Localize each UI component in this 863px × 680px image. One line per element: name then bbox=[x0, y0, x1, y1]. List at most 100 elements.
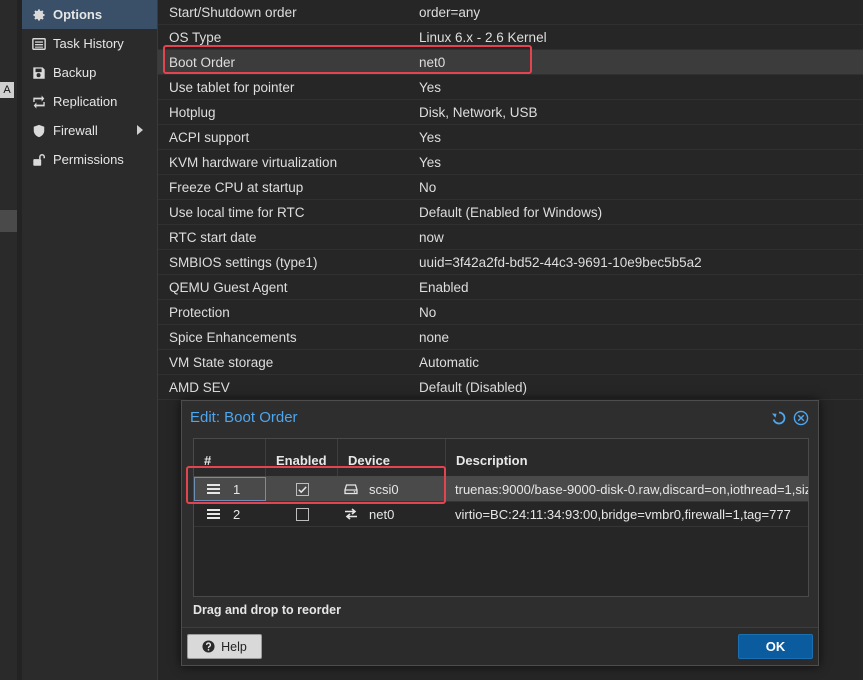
option-value: Default (Enabled for Windows) bbox=[419, 204, 603, 220]
row-number: 1 bbox=[233, 481, 241, 497]
option-key: QEMU Guest Agent bbox=[169, 279, 288, 295]
description-cell: truenas:9000/base-9000-disk-0.raw,discar… bbox=[455, 481, 808, 497]
option-value: Enabled bbox=[419, 279, 469, 295]
description-cell: virtio=BC:24:11:34:93:00,bridge=vmbr0,fi… bbox=[455, 506, 791, 522]
table-row[interactable]: 1 scsi0 truenas:9000/base-9000-disk-0.ra… bbox=[194, 477, 808, 502]
option-row-hotplug[interactable]: Hotplug Disk, Network, USB bbox=[158, 100, 863, 125]
device-cell: scsi0 bbox=[338, 477, 446, 501]
option-value: none bbox=[419, 329, 450, 345]
device-name: net0 bbox=[369, 506, 395, 522]
option-row-vm-state-storage[interactable]: VM State storage Automatic bbox=[158, 350, 863, 375]
left-panel-edge: A bbox=[0, 0, 17, 680]
option-row-start-shutdown-order[interactable]: Start/Shutdown order order=any bbox=[158, 0, 863, 25]
row-number-cell[interactable]: 1 bbox=[194, 477, 266, 501]
option-key: Use local time for RTC bbox=[169, 204, 305, 220]
column-header-device[interactable]: Device bbox=[338, 439, 446, 476]
option-row-local-time-rtc[interactable]: Use local time for RTC Default (Enabled f… bbox=[158, 200, 863, 225]
option-row-acpi[interactable]: ACPI support Yes bbox=[158, 125, 863, 150]
option-value: uuid=3f42a2fd-bd52-44c3-9691-10e9bec5b5a… bbox=[419, 254, 702, 270]
option-key: Start/Shutdown order bbox=[169, 4, 297, 20]
option-value: Yes bbox=[419, 79, 442, 95]
question-circle-icon bbox=[202, 640, 215, 653]
reset-icon[interactable] bbox=[771, 410, 787, 426]
option-row-boot-order[interactable]: Boot Order net0 bbox=[158, 50, 863, 75]
drag-hint-text: Drag and drop to reorder bbox=[193, 603, 341, 617]
device-name: scsi0 bbox=[369, 481, 399, 497]
help-button-label: Help bbox=[221, 639, 247, 654]
sidebar-item-backup[interactable]: Backup bbox=[22, 58, 157, 87]
option-value: Default (Disabled) bbox=[419, 379, 528, 395]
unlock-icon bbox=[31, 152, 47, 168]
edit-boot-order-dialog: Edit: Boot Order # Enabled Device Descri… bbox=[181, 400, 819, 666]
option-value: order=any bbox=[419, 4, 481, 20]
sidebar-item-options[interactable]: Options bbox=[22, 0, 157, 29]
dialog-title: Edit: Boot Order bbox=[190, 409, 298, 426]
enabled-cell bbox=[266, 477, 338, 501]
option-row-os-type[interactable]: OS Type Linux 6.x - 2.6 Kernel bbox=[158, 25, 863, 50]
option-row-protection[interactable]: Protection No bbox=[158, 300, 863, 325]
grid-header: # Enabled Device Description bbox=[194, 439, 808, 477]
sidebar-item-label: Task History bbox=[53, 36, 124, 51]
sidebar-item-label: Backup bbox=[53, 65, 97, 80]
retweet-icon bbox=[31, 94, 47, 110]
sidebar-item-task-history[interactable]: Task History bbox=[22, 29, 157, 58]
floppy-icon bbox=[31, 65, 47, 81]
sidebar-item-label: Permissions bbox=[53, 152, 124, 167]
option-row-spice[interactable]: Spice Enhancements none bbox=[158, 325, 863, 350]
sidebar-item-replication[interactable]: Replication bbox=[22, 87, 157, 116]
vm-sidebar: Options Task History Backup Replication … bbox=[22, 0, 157, 680]
option-key: Freeze CPU at startup bbox=[169, 179, 304, 195]
option-row-amd-sev[interactable]: AMD SEV Default (Disabled) bbox=[158, 375, 863, 400]
option-row-use-tablet[interactable]: Use tablet for pointer Yes bbox=[158, 75, 863, 100]
option-value: now bbox=[419, 229, 444, 245]
column-header-description[interactable]: Description bbox=[446, 439, 808, 476]
edge-badge: A bbox=[0, 82, 14, 98]
option-value: Automatic bbox=[419, 354, 480, 370]
drag-handle-icon[interactable] bbox=[207, 482, 220, 496]
shield-icon bbox=[31, 123, 47, 139]
list-icon bbox=[31, 36, 47, 52]
option-key: Use tablet for pointer bbox=[169, 79, 295, 95]
drag-handle-icon[interactable] bbox=[207, 507, 220, 521]
row-number: 2 bbox=[233, 506, 241, 522]
option-value: Yes bbox=[419, 154, 442, 170]
enabled-checkbox[interactable] bbox=[295, 482, 309, 496]
boot-order-grid: # Enabled Device Description 1 scsi0 tru bbox=[193, 438, 809, 597]
option-key: Spice Enhancements bbox=[169, 329, 297, 345]
option-key: KVM hardware virtualization bbox=[169, 154, 338, 170]
dialog-footer: Help OK bbox=[182, 627, 818, 665]
table-row[interactable]: 2 net0 virtio=BC:24:11:34:93:00,bridge=v… bbox=[194, 502, 808, 527]
column-header-enabled[interactable]: Enabled bbox=[266, 439, 338, 476]
option-row-kvm[interactable]: KVM hardware virtualization Yes bbox=[158, 150, 863, 175]
sidebar-item-permissions[interactable]: Permissions bbox=[22, 145, 157, 174]
option-key: Boot Order bbox=[169, 54, 236, 70]
option-value: Disk, Network, USB bbox=[419, 104, 538, 120]
hdd-icon bbox=[344, 482, 358, 496]
option-key: ACPI support bbox=[169, 129, 250, 145]
option-row-qemu-agent[interactable]: QEMU Guest Agent Enabled bbox=[158, 275, 863, 300]
gear-icon bbox=[31, 7, 47, 23]
close-icon[interactable] bbox=[793, 410, 809, 426]
option-value: Linux 6.x - 2.6 Kernel bbox=[419, 29, 547, 45]
column-header-number[interactable]: # bbox=[194, 439, 266, 476]
row-number-cell[interactable]: 2 bbox=[194, 502, 266, 526]
option-row-rtc-start-date[interactable]: RTC start date now bbox=[158, 225, 863, 250]
option-key: AMD SEV bbox=[169, 379, 230, 395]
option-key: RTC start date bbox=[169, 229, 257, 245]
option-key: OS Type bbox=[169, 29, 222, 45]
option-value: No bbox=[419, 304, 437, 320]
sidebar-item-firewall[interactable]: Firewall bbox=[22, 116, 157, 145]
enabled-checkbox[interactable] bbox=[295, 507, 309, 521]
option-row-smbios[interactable]: SMBIOS settings (type1) uuid=3f42a2fd-bd5… bbox=[158, 250, 863, 275]
option-row-freeze-cpu[interactable]: Freeze CPU at startup No bbox=[158, 175, 863, 200]
option-value: Yes bbox=[419, 129, 442, 145]
edge-selection-marker bbox=[0, 210, 17, 232]
ok-button[interactable]: OK bbox=[738, 634, 813, 659]
option-key: SMBIOS settings (type1) bbox=[169, 254, 318, 270]
sidebar-item-label: Options bbox=[53, 7, 103, 22]
submenu-arrow-icon bbox=[137, 125, 143, 135]
sidebar-item-label: Firewall bbox=[53, 123, 98, 138]
exchange-icon bbox=[344, 507, 358, 521]
help-button[interactable]: Help bbox=[187, 634, 262, 659]
option-key: VM State storage bbox=[169, 354, 274, 370]
